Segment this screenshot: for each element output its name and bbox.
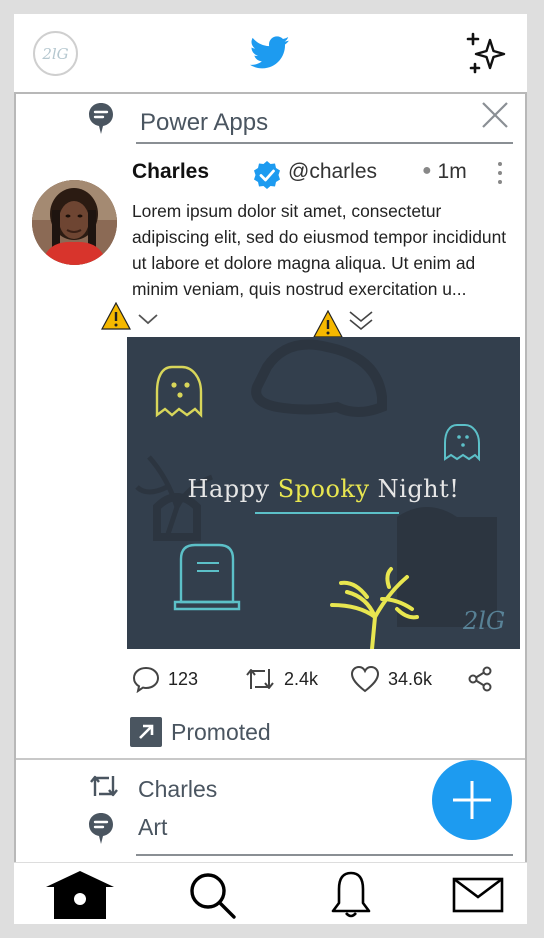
media-caption-highlight: Spooky bbox=[277, 475, 370, 503]
promoted-label[interactable]: Promoted bbox=[130, 716, 271, 748]
tweet-time-value: 1m bbox=[437, 160, 467, 183]
topic-bubble-icon bbox=[89, 813, 113, 844]
warning-icon bbox=[101, 302, 131, 330]
author-name[interactable]: Charles bbox=[132, 160, 209, 184]
tweet-time: ● 1m bbox=[422, 160, 467, 184]
retweeted-by-name[interactable]: Charles bbox=[138, 776, 217, 803]
close-icon[interactable] bbox=[480, 100, 510, 130]
chevron-down-icon[interactable] bbox=[136, 308, 160, 330]
topic-bubble-icon bbox=[89, 103, 113, 134]
next-topic-label[interactable]: Art bbox=[138, 814, 167, 841]
messages-icon[interactable] bbox=[452, 869, 504, 921]
share-button[interactable] bbox=[466, 662, 502, 696]
topic-input[interactable]: Power Apps bbox=[136, 108, 513, 144]
reply-icon bbox=[132, 666, 160, 693]
retweet-button[interactable]: 2.4k bbox=[244, 662, 318, 696]
share-icon bbox=[468, 666, 492, 692]
tweet-media-image[interactable]: Happy Spooky Night! 2lG bbox=[127, 337, 520, 649]
media-caption: Happy Spooky Night! bbox=[127, 475, 520, 503]
logo-avatar[interactable]: 2lG bbox=[33, 31, 78, 76]
retweet-count: 2.4k bbox=[284, 668, 319, 689]
avatar[interactable] bbox=[32, 180, 117, 265]
feed[interactable]: Power Apps Charles @charles ● 1m Lorem i… bbox=[14, 92, 527, 864]
twitter-bird-icon bbox=[250, 36, 290, 69]
home-icon[interactable] bbox=[44, 869, 116, 921]
phone-frame: 2lG Power Apps Charles @charles ● 1m Lor… bbox=[14, 14, 527, 924]
plus-icon bbox=[453, 781, 491, 819]
retweet-icon bbox=[246, 669, 274, 689]
verified-badge-icon bbox=[254, 161, 280, 189]
tweet-actions: 123 2.4k 34.6k bbox=[130, 662, 500, 696]
separator-dot: ● bbox=[422, 162, 432, 179]
next-topic-underline bbox=[136, 854, 513, 856]
media-caption-pre: Happy bbox=[187, 475, 278, 503]
sparkle-icon[interactable] bbox=[464, 32, 510, 74]
author-handle[interactable]: @charles bbox=[288, 160, 377, 184]
tweet-divider bbox=[16, 758, 525, 760]
reply-count: 123 bbox=[168, 668, 199, 689]
like-button[interactable]: 34.6k bbox=[350, 662, 432, 696]
like-count: 34.6k bbox=[388, 668, 433, 689]
media-caption-post: Night! bbox=[369, 475, 460, 503]
caption-underline bbox=[255, 512, 399, 514]
retweet-icon bbox=[90, 775, 118, 797]
reply-button[interactable]: 123 bbox=[132, 662, 198, 696]
top-bar: 2lG bbox=[14, 14, 527, 92]
notifications-icon[interactable] bbox=[330, 869, 372, 921]
promoted-text: Promoted bbox=[171, 718, 271, 745]
promoted-arrow-icon bbox=[130, 717, 162, 747]
tweet-text: Lorem ipsum dolor sit amet, consectetur … bbox=[132, 201, 507, 299]
more-options-icon[interactable] bbox=[492, 160, 508, 188]
compose-button[interactable] bbox=[432, 760, 512, 840]
search-icon[interactable] bbox=[186, 869, 238, 921]
bottom-nav bbox=[14, 862, 527, 924]
double-chevron-down-icon[interactable] bbox=[346, 308, 376, 334]
media-watermark: 2lG bbox=[463, 607, 506, 635]
heart-icon bbox=[350, 665, 380, 693]
avatar-photo bbox=[32, 180, 117, 265]
warning-icon bbox=[313, 310, 343, 338]
